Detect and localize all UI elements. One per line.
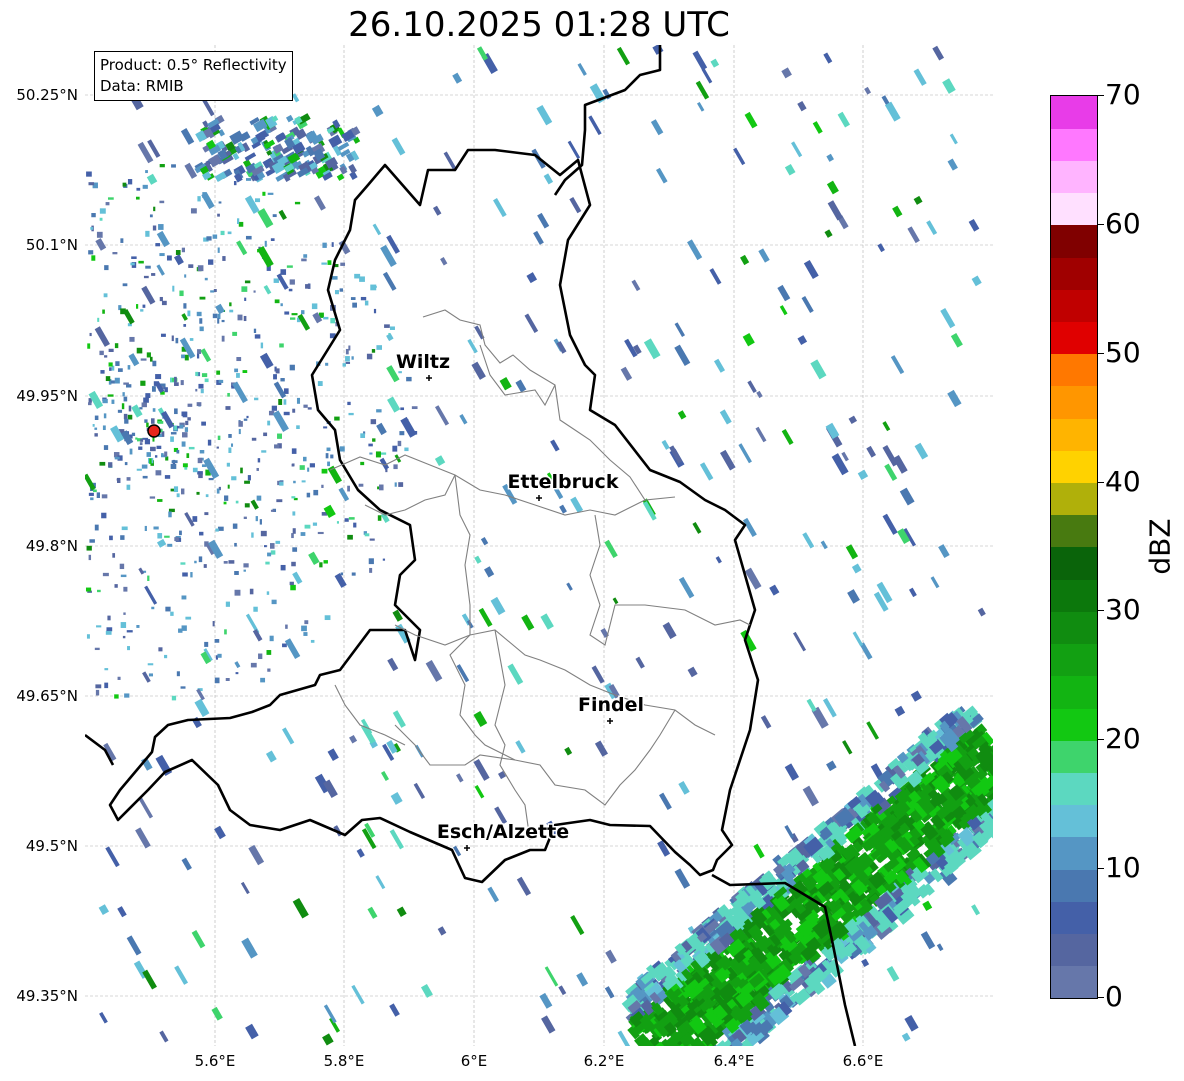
colorbar-segment — [1051, 418, 1097, 451]
colorbar-tick — [1097, 997, 1104, 998]
colorbar-segment — [1051, 289, 1097, 322]
colorbar-segment — [1051, 321, 1097, 355]
colorbar-segment — [1051, 514, 1097, 548]
colorbar-unit-label: dBZ — [1143, 518, 1177, 575]
colorbar-segment — [1051, 643, 1097, 677]
colorbar-segment — [1051, 579, 1097, 612]
city-label: Findel — [578, 694, 644, 716]
colorbar-tick — [1097, 610, 1104, 612]
lon-tick-label: 6°E — [460, 1052, 488, 1070]
colorbar-segment — [1051, 675, 1097, 709]
colorbar-segment — [1051, 257, 1097, 290]
data-source-label: Data: RMIB — [100, 77, 184, 95]
lon-tick-label: 5.6°E — [194, 1052, 236, 1070]
lon-tick-label: 6.2°E — [583, 1052, 625, 1070]
colorbar-segment — [1051, 224, 1097, 258]
colorbar-segment — [1051, 708, 1097, 741]
lat-tick-label: 49.95°N — [16, 387, 78, 405]
colorbar-segment — [1051, 804, 1097, 838]
colorbar-tick — [1097, 95, 1104, 96]
colorbar-tick-label: 60 — [1105, 206, 1141, 240]
city-label: Esch/Alzette — [437, 821, 569, 843]
colorbar-segment — [1051, 869, 1097, 902]
product-label: Product: 0.5° Reflectivity — [100, 56, 287, 74]
colorbar-segment — [1051, 450, 1097, 484]
colorbar-segment — [1051, 482, 1097, 516]
radar-map: Wiltz Ettelbruck Findel Esch/Alzette — [85, 45, 993, 1046]
colorbar-tick — [1097, 739, 1104, 741]
lon-tick-label: 5.8°E — [323, 1052, 365, 1070]
lat-tick-label: 50.1°N — [25, 236, 78, 254]
colorbar-segment — [1051, 772, 1097, 806]
colorbar-tick — [1097, 868, 1104, 870]
colorbar-segment — [1051, 160, 1097, 194]
lat-tick-label: 49.8°N — [25, 537, 78, 555]
colorbar-segment — [1051, 965, 1097, 998]
lat-tick-label: 49.35°N — [16, 987, 78, 1005]
map-title: 26.10.2025 01:28 UTC — [348, 5, 730, 45]
colorbar-tick-label: 10 — [1105, 851, 1141, 885]
colorbar-tick-label: 20 — [1105, 722, 1141, 756]
lon-tick-label: 6.4°E — [713, 1052, 755, 1070]
dbz-colorbar — [1050, 95, 1098, 999]
colorbar-segment — [1051, 192, 1097, 226]
colorbar-segment — [1051, 933, 1097, 967]
lat-tick-label: 49.65°N — [16, 687, 78, 705]
colorbar-tick — [1097, 481, 1104, 483]
city-label: Ettelbruck — [508, 471, 619, 493]
colorbar-tick-label: 30 — [1105, 593, 1141, 627]
colorbar-segment — [1051, 611, 1097, 645]
colorbar-tick-label: 40 — [1105, 464, 1141, 498]
colorbar-tick-label: 70 — [1105, 78, 1141, 111]
colorbar-segment — [1051, 353, 1097, 387]
product-info-box: Product: 0.5° Reflectivity Data: RMIB — [94, 51, 293, 101]
colorbar-segment — [1051, 901, 1097, 935]
colorbar-tick-label: 50 — [1105, 335, 1141, 369]
colorbar-tick — [1097, 223, 1104, 225]
colorbar-segment — [1051, 740, 1097, 773]
colorbar-segment — [1051, 385, 1097, 419]
lon-tick-label: 6.6°E — [842, 1052, 884, 1070]
colorbar-segment — [1051, 96, 1097, 129]
radar-site-marker — [147, 424, 161, 438]
city-label: Wiltz — [396, 351, 450, 373]
lat-tick-label: 50.25°N — [16, 86, 78, 104]
colorbar-tick — [1097, 352, 1104, 354]
colorbar-tick-label: 0 — [1105, 980, 1123, 1013]
colorbar-segment — [1051, 836, 1097, 870]
colorbar-segment — [1051, 128, 1097, 161]
lat-tick-label: 49.5°N — [25, 837, 78, 855]
colorbar-segment — [1051, 547, 1097, 580]
